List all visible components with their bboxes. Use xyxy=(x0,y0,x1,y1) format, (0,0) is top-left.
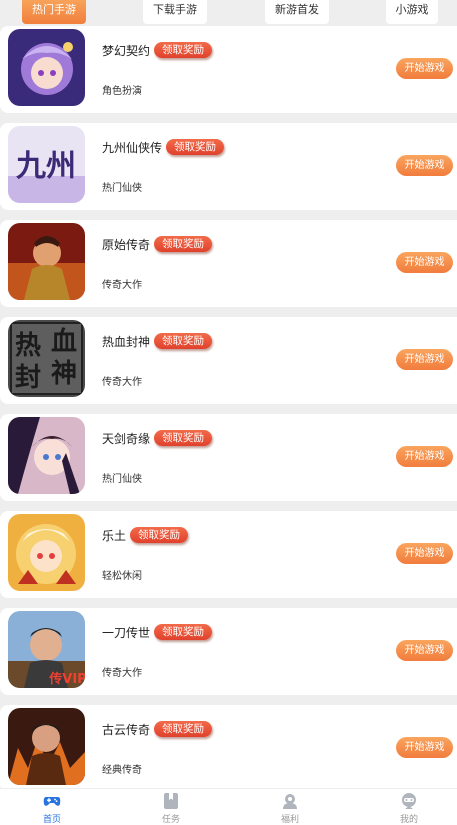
start-game-button[interactable]: 开始游戏 xyxy=(396,349,453,370)
claim-reward-badge[interactable]: 领取奖励 xyxy=(166,139,225,155)
nav-label: 首页 xyxy=(42,815,61,825)
game-name: 天剑奇缘 xyxy=(102,431,151,446)
thumb-art-text: 封 xyxy=(15,363,41,393)
game-card[interactable]: 传VIP 一刀传世 领取奖励 传奇大作 开始游戏 xyxy=(0,608,457,695)
game-thumbnail: 热血封神 xyxy=(8,320,85,397)
game-list: 梦幻契约 领取奖励 角色扮演 开始游戏 九州 九州仙侠传 领取奖励 热门仙侠 开… xyxy=(0,26,457,802)
tab-new-games[interactable]: 新游首发 xyxy=(265,0,329,24)
game-thumbnail: 九州 xyxy=(8,126,85,203)
start-game-button[interactable]: 开始游戏 xyxy=(396,446,453,467)
game-card[interactable]: 梦幻契约 领取奖励 角色扮演 开始游戏 xyxy=(0,26,457,113)
game-title-row: 九州仙侠传 领取奖励 xyxy=(102,138,225,156)
user-icon xyxy=(402,793,416,809)
claim-reward-badge[interactable]: 领取奖励 xyxy=(154,624,213,640)
game-name: 梦幻契约 xyxy=(102,43,151,58)
start-game-button[interactable]: 开始游戏 xyxy=(396,252,453,273)
game-category: 传奇大作 xyxy=(102,280,142,291)
game-card[interactable]: 原始传奇 领取奖励 传奇大作 开始游戏 xyxy=(0,220,457,307)
game-thumbnail xyxy=(8,223,85,300)
nav-welfare[interactable]: 福利 xyxy=(265,792,315,825)
game-card[interactable]: 天剑奇缘 领取奖励 热门仙侠 开始游戏 xyxy=(0,414,457,501)
claim-reward-badge[interactable]: 领取奖励 xyxy=(154,42,213,58)
game-card[interactable]: 古云传奇 领取奖励 经典传奇 开始游戏 xyxy=(0,705,457,792)
gift-icon xyxy=(283,794,297,809)
start-game-button[interactable]: 开始游戏 xyxy=(396,737,453,758)
nav-home[interactable]: 首页 xyxy=(27,792,77,825)
nav-label: 福利 xyxy=(280,815,299,825)
game-category: 传奇大作 xyxy=(102,377,142,388)
game-card[interactable]: 乐土 领取奖励 轻松休闲 开始游戏 xyxy=(0,511,457,598)
game-category: 热门仙侠 xyxy=(102,183,142,194)
tab-hot-games[interactable]: 热门手游 xyxy=(22,0,86,24)
start-game-button[interactable]: 开始游戏 xyxy=(396,543,453,564)
game-category: 经典传奇 xyxy=(102,765,142,776)
category-tabs: 热门手游 下载手游 新游首发 小游戏 xyxy=(0,0,457,26)
start-game-button[interactable]: 开始游戏 xyxy=(396,155,453,176)
nav-label: 我的 xyxy=(399,815,418,825)
claim-reward-badge[interactable]: 领取奖励 xyxy=(154,430,213,446)
gamepad-icon xyxy=(43,797,61,806)
start-game-button[interactable]: 开始游戏 xyxy=(396,640,453,661)
game-thumbnail xyxy=(8,514,85,591)
thumb-art-text: 传VIP xyxy=(48,671,85,687)
bottom-navigation: 首页 任务 福利 我的 xyxy=(0,788,457,825)
game-category: 轻松休闲 xyxy=(102,571,142,582)
thumb-art-text: 神 xyxy=(51,359,77,389)
game-title-row: 古云传奇 领取奖励 xyxy=(102,720,213,738)
game-card[interactable]: 九州 九州仙侠传 领取奖励 热门仙侠 开始游戏 xyxy=(0,123,457,210)
game-title-row: 热血封神 领取奖励 xyxy=(102,332,213,350)
game-card[interactable]: 热血封神 热血封神 领取奖励 传奇大作 开始游戏 xyxy=(0,317,457,404)
game-name: 原始传奇 xyxy=(102,237,151,252)
game-name: 古云传奇 xyxy=(102,722,151,737)
game-name: 热血封神 xyxy=(102,334,151,349)
game-category: 角色扮演 xyxy=(102,86,142,97)
tab-download-games[interactable]: 下载手游 xyxy=(143,0,207,24)
game-category: 热门仙侠 xyxy=(102,474,142,485)
game-category: 传奇大作 xyxy=(102,668,142,679)
claim-reward-badge[interactable]: 领取奖励 xyxy=(130,527,189,543)
game-name: 乐土 xyxy=(102,528,127,543)
claim-reward-badge[interactable]: 领取奖励 xyxy=(154,333,213,349)
game-thumbnail xyxy=(8,708,85,785)
game-title-row: 一刀传世 领取奖励 xyxy=(102,623,213,641)
thumb-art-text: 热 xyxy=(15,331,41,361)
game-thumbnail xyxy=(8,29,85,106)
game-name: 一刀传世 xyxy=(102,625,151,640)
game-thumbnail xyxy=(8,417,85,494)
nav-label: 任务 xyxy=(161,815,180,825)
nav-tasks[interactable]: 任务 xyxy=(146,792,196,825)
thumb-art-text: 九州 xyxy=(16,149,76,184)
game-title-row: 梦幻契约 领取奖励 xyxy=(102,41,213,59)
game-title-row: 天剑奇缘 领取奖励 xyxy=(102,429,213,447)
game-thumbnail: 传VIP xyxy=(8,611,85,688)
claim-reward-badge[interactable]: 领取奖励 xyxy=(154,721,213,737)
start-game-button[interactable]: 开始游戏 xyxy=(396,58,453,79)
game-title-row: 原始传奇 领取奖励 xyxy=(102,235,213,253)
thumb-art-text: 血 xyxy=(51,327,77,357)
nav-profile[interactable]: 我的 xyxy=(384,792,434,825)
game-title-row: 乐土 领取奖励 xyxy=(102,526,189,544)
tab-mini-games[interactable]: 小游戏 xyxy=(386,0,438,24)
game-name: 九州仙侠传 xyxy=(102,140,163,155)
task-icon xyxy=(164,793,178,809)
claim-reward-badge[interactable]: 领取奖励 xyxy=(154,236,213,252)
